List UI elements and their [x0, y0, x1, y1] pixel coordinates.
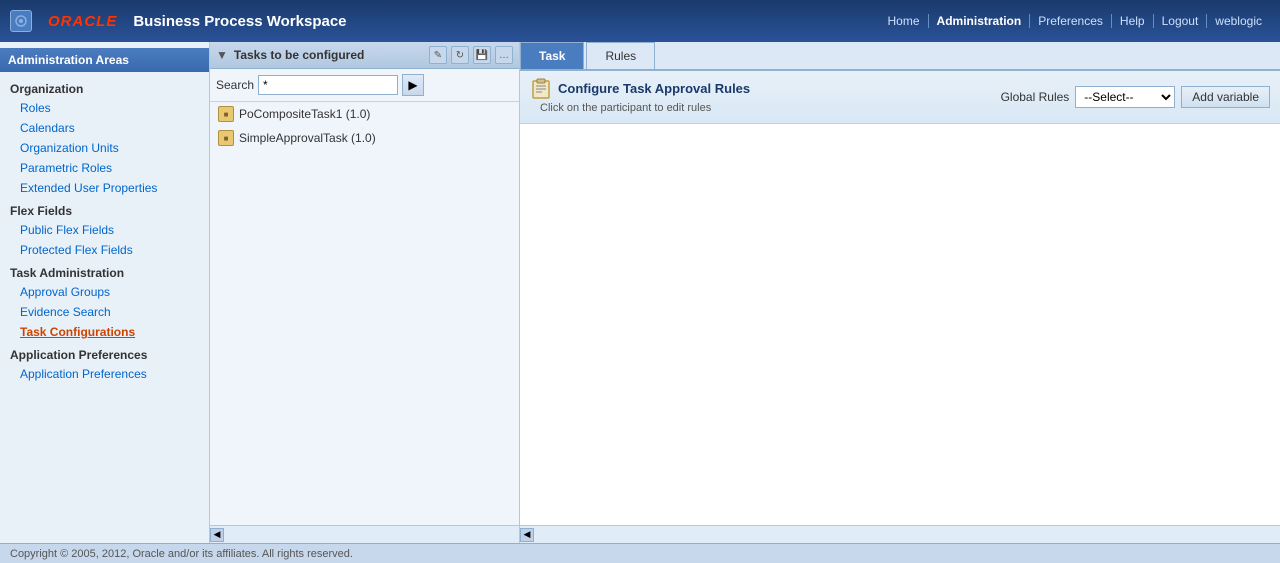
- middle-header: ▼ Tasks to be configured ✎ ↻ 💾 …: [210, 42, 519, 69]
- scroll-left-btn[interactable]: ◀: [210, 528, 224, 542]
- sidebar: Administration Areas Organization Roles …: [0, 42, 210, 543]
- preferences-link[interactable]: Preferences: [1030, 14, 1112, 28]
- right-panel: Task Rules Configure Task Approval Rules: [520, 42, 1280, 543]
- configure-header: Configure Task Approval Rules Click on t…: [520, 71, 1280, 124]
- task-icon: ■: [218, 130, 234, 146]
- sidebar-item-parametric-roles[interactable]: Parametric Roles: [0, 158, 209, 178]
- sidebar-item-task-configurations[interactable]: Task Configurations: [0, 322, 209, 342]
- logout-link[interactable]: Logout: [1154, 14, 1208, 28]
- weblogic-link[interactable]: weblogic: [1207, 14, 1270, 28]
- flow-scrollbar: ◀: [520, 525, 1280, 543]
- configure-subtitle: Click on the participant to edit rules: [530, 99, 750, 117]
- configure-title: Configure Task Approval Rules: [530, 77, 750, 99]
- list-item[interactable]: ■ PoCompositeTask1 (1.0): [210, 102, 519, 126]
- app-header: ORACLE Business Process Workspace Home A…: [0, 0, 1280, 42]
- sidebar-item-extended-user-props[interactable]: Extended User Properties: [0, 178, 209, 198]
- flow-area: Header Participant1: [520, 124, 1280, 543]
- task-icon: ■: [218, 106, 234, 122]
- refresh-icon[interactable]: ↻: [451, 46, 469, 64]
- save-icon[interactable]: 💾: [473, 46, 491, 64]
- flow-scroll-left[interactable]: ◀: [520, 528, 534, 542]
- list-item[interactable]: ■ SimpleApprovalTask (1.0): [210, 126, 519, 150]
- copyright-text: Copyright © 2005, 2012, Oracle and/or it…: [10, 548, 353, 560]
- nav-links: Home Administration Preferences Help Log…: [880, 14, 1270, 28]
- edit-icon[interactable]: ✎: [429, 46, 447, 64]
- sidebar-item-protected-flex[interactable]: Protected Flex Fields: [0, 240, 209, 260]
- search-bar: Search ▶: [210, 69, 519, 102]
- search-label: Search: [216, 78, 254, 92]
- sidebar-title: Administration Areas: [0, 48, 209, 72]
- task-list: ■ PoCompositeTask1 (1.0) ■ SimpleApprova…: [210, 102, 519, 150]
- footer: Copyright © 2005, 2012, Oracle and/or it…: [0, 543, 1280, 563]
- help-link[interactable]: Help: [1112, 14, 1154, 28]
- sidebar-item-evidence-search[interactable]: Evidence Search: [0, 302, 209, 322]
- sidebar-section-app-prefs: Application Preferences: [0, 342, 209, 364]
- sidebar-item-app-preferences[interactable]: Application Preferences: [0, 364, 209, 384]
- sidebar-section-flex-fields: Flex Fields: [0, 198, 209, 220]
- middle-panel: ▼ Tasks to be configured ✎ ↻ 💾 … Search …: [210, 42, 520, 543]
- logo-area: ORACLE Business Process Workspace: [10, 10, 347, 32]
- sidebar-item-calendars[interactable]: Calendars: [0, 118, 209, 138]
- global-rules-area: Global Rules --Select-- Add variable: [1001, 86, 1270, 108]
- app-title: Business Process Workspace: [133, 13, 346, 30]
- configure-icon: [530, 77, 552, 99]
- sidebar-section-organization: Organization: [0, 76, 209, 98]
- administration-link[interactable]: Administration: [929, 14, 1031, 28]
- sidebar-section-task-admin: Task Administration: [0, 260, 209, 282]
- tab-rules[interactable]: Rules: [586, 42, 655, 69]
- sidebar-item-roles[interactable]: Roles: [0, 98, 209, 118]
- tabs-bar: Task Rules: [520, 42, 1280, 71]
- main-layout: Administration Areas Organization Roles …: [0, 42, 1280, 543]
- oracle-nav-icon: [10, 10, 32, 32]
- sidebar-item-approval-groups[interactable]: Approval Groups: [0, 282, 209, 302]
- configure-title-text: Configure Task Approval Rules: [558, 81, 750, 96]
- flow-canvas: Header Participant1: [520, 124, 1280, 543]
- search-button[interactable]: ▶: [402, 74, 424, 96]
- middle-header-title: Tasks to be configured: [234, 48, 425, 62]
- oracle-logo: ORACLE: [48, 13, 117, 30]
- sidebar-item-org-units[interactable]: Organization Units: [0, 138, 209, 158]
- more-icon[interactable]: …: [495, 46, 513, 64]
- global-rules-label: Global Rules: [1001, 90, 1070, 104]
- search-input[interactable]: [258, 75, 398, 95]
- home-link[interactable]: Home: [880, 14, 929, 28]
- global-rules-select[interactable]: --Select--: [1075, 86, 1175, 108]
- add-variable-button[interactable]: Add variable: [1181, 86, 1270, 108]
- tab-task[interactable]: Task: [520, 42, 584, 69]
- sidebar-item-public-flex[interactable]: Public Flex Fields: [0, 220, 209, 240]
